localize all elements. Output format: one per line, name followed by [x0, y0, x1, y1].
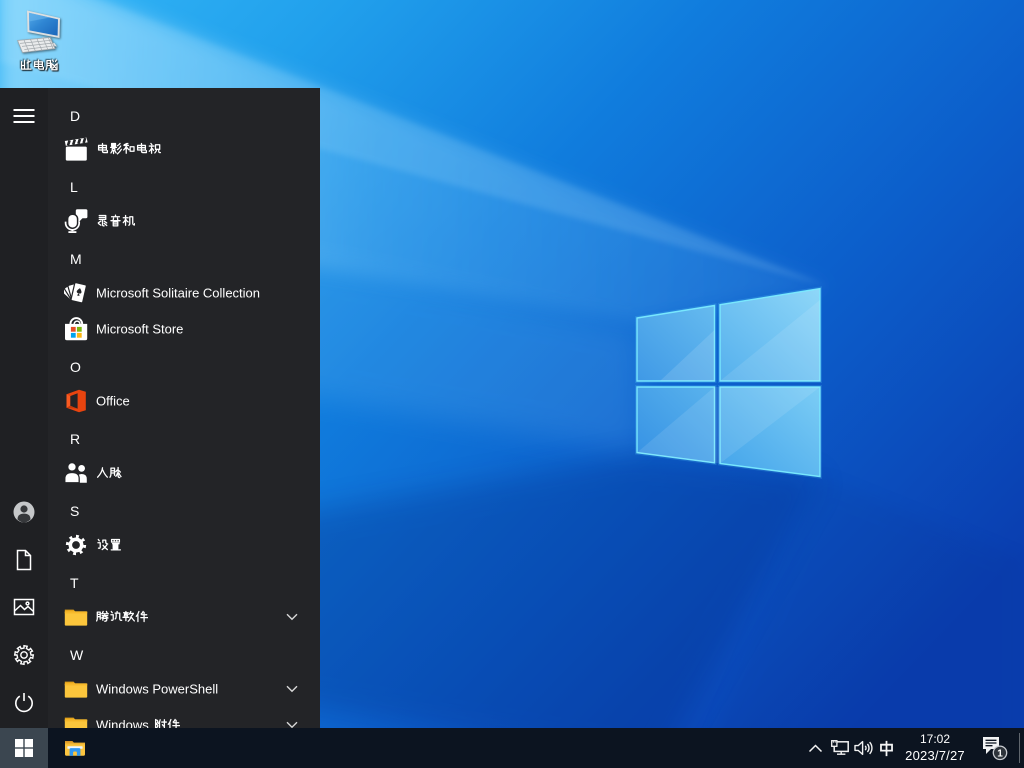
svg-text:1: 1 — [997, 748, 1003, 759]
